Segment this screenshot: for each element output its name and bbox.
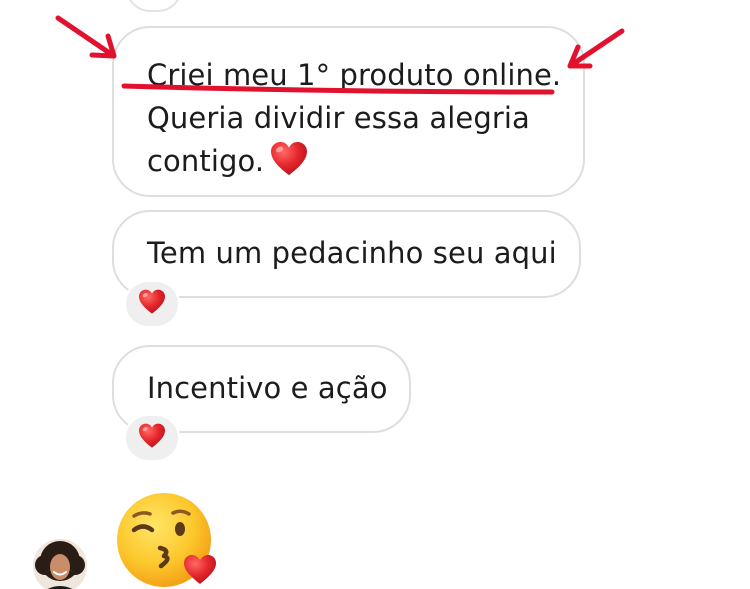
kiss-emoji-icon[interactable] bbox=[116, 492, 220, 589]
previous-message-edge bbox=[126, 0, 182, 12]
red-heart-icon bbox=[270, 141, 308, 189]
message-bubble-1[interactable]: Criei meu 1° produto online. Queria divi… bbox=[112, 26, 585, 197]
message-1-line-1: Criei meu 1° produto online. bbox=[147, 58, 562, 92]
reaction-badge-1[interactable] bbox=[124, 280, 180, 328]
message-1-line-3-text: contigo. bbox=[147, 144, 265, 178]
left-arrow-icon bbox=[55, 15, 117, 59]
message-1-line-3: contigo. bbox=[147, 140, 553, 189]
avatar[interactable] bbox=[33, 539, 87, 589]
message-bubble-2[interactable]: Tem um pedacinho seu aqui bbox=[112, 210, 581, 298]
red-heart-icon bbox=[138, 423, 166, 453]
message-3-text: Incentivo e ação bbox=[147, 371, 388, 405]
reaction-badge-2[interactable] bbox=[124, 414, 180, 462]
message-1-line-2: Queria dividir essa alegria bbox=[147, 101, 530, 135]
red-heart-icon bbox=[138, 289, 166, 319]
message-2-text: Tem um pedacinho seu aqui bbox=[147, 236, 557, 270]
dm-thread: Criei meu 1° produto online. Queria divi… bbox=[0, 0, 750, 589]
